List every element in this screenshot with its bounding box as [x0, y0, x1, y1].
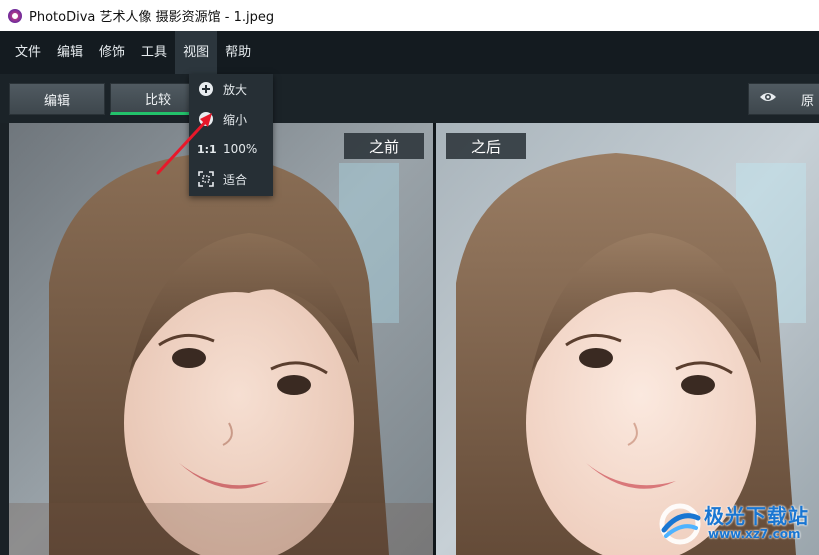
menu-bar: 文件 编辑 修饰 工具 视图 帮助 — [0, 31, 819, 74]
menu-view[interactable]: 视图 — [175, 31, 218, 74]
menu-item-zoom-in[interactable]: 放大 — [189, 74, 273, 104]
annotation-arrow-icon — [156, 113, 212, 175]
after-photo — [436, 123, 819, 555]
watermark-text: 极光下载站 — [704, 504, 809, 528]
original-label: 原 — [801, 93, 815, 109]
menu-file[interactable]: 文件 — [7, 31, 49, 74]
window-title: PhotoDiva 艺术人像 摄影资源馆 - 1.jpeg — [29, 10, 275, 25]
actual-size-label: 100% — [223, 142, 258, 156]
fit-label: 适合 — [223, 172, 248, 187]
watermark: 极光下载站 www.xz7.com — [656, 496, 816, 552]
menu-help[interactable]: 帮助 — [217, 31, 259, 74]
zoom-in-label: 放大 — [223, 82, 248, 97]
toolbar: 编辑 比较 原 — [0, 74, 819, 123]
tab-edit[interactable]: 编辑 — [9, 83, 105, 115]
app-logo-icon — [8, 8, 22, 23]
before-label: 之前 — [344, 133, 424, 159]
title-bar: PhotoDiva 艺术人像 摄影资源馆 - 1.jpeg — [0, 0, 819, 31]
after-label: 之后 — [446, 133, 526, 159]
after-image-panel[interactable]: 之后 — [436, 123, 819, 555]
menu-tools[interactable]: 工具 — [133, 31, 175, 74]
zoom-out-label: 缩小 — [223, 112, 248, 127]
eye-icon — [759, 91, 777, 107]
original-view-button[interactable]: 原 — [748, 83, 819, 115]
zoom-in-icon — [197, 80, 215, 98]
watermark-url: www.xz7.com — [708, 527, 801, 541]
watermark-logo-icon — [659, 503, 701, 545]
menu-retouch[interactable]: 修饰 — [91, 31, 133, 74]
menu-edit[interactable]: 编辑 — [49, 31, 91, 74]
